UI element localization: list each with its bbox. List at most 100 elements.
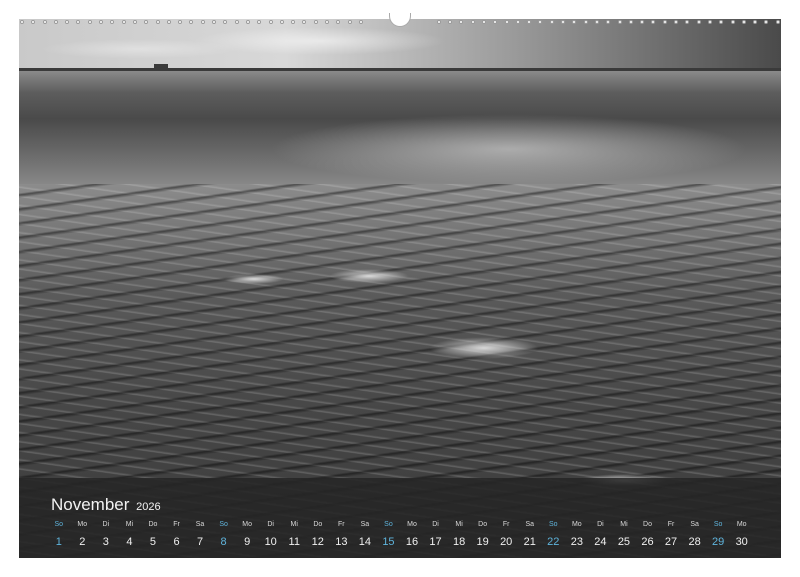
weekday-label: Di (267, 521, 274, 528)
binding-hole (707, 20, 712, 24)
binding-hole (583, 20, 588, 24)
day-number: 11 (288, 536, 300, 548)
weekday-label: Do (148, 521, 158, 528)
binding-hole (674, 20, 679, 24)
day-number: 24 (594, 536, 607, 548)
day-number: 18 (452, 536, 466, 548)
binding-hole (685, 20, 690, 24)
calendar-day: Sa 7 (188, 520, 212, 550)
binding-hole (144, 20, 149, 24)
weekday-label: Mi (620, 521, 628, 528)
calendar-day: Do 19 (471, 520, 495, 550)
day-number: 9 (244, 536, 251, 548)
binding-hole (719, 20, 724, 24)
binding-hole (87, 20, 92, 24)
binding-hole (178, 20, 183, 24)
day-number: 27 (664, 536, 678, 548)
day-number: 13 (335, 536, 348, 548)
day-number: 4 (126, 536, 133, 548)
binding-hole (775, 20, 780, 24)
calendar-day: Mo 30 (730, 520, 754, 550)
tide-pool (429, 337, 539, 359)
day-number: 2 (79, 536, 86, 548)
weekday-label: Di (102, 521, 110, 528)
weekday-label: So (549, 521, 558, 528)
binding-hole (31, 20, 36, 24)
day-number: 22 (547, 536, 560, 548)
binding-hole (436, 20, 441, 24)
day-number: 30 (735, 536, 748, 548)
day-number: 19 (476, 536, 489, 548)
day-number: 28 (688, 536, 701, 548)
binding-hole (470, 20, 475, 24)
binding-hole (279, 20, 284, 24)
day-number: 15 (382, 536, 395, 548)
day-number: 29 (712, 536, 725, 548)
binding-hole (325, 20, 330, 24)
binding-hole (245, 20, 250, 24)
binding-hole (257, 20, 262, 24)
binding-hole (741, 20, 746, 24)
binding-hole (20, 20, 24, 24)
weekday-label: So (219, 521, 228, 528)
binding-hole (291, 20, 296, 24)
tidal-flat-photo: November 2026 So 1 Mo 2 Di 3 Mi 4 Do 5 Fr 6 Sa 7 So 8 Mo… (19, 19, 781, 558)
weekday-label: Mo (571, 521, 582, 528)
binding-hole (110, 20, 115, 24)
binding-hole (155, 20, 160, 24)
binding-hole (640, 20, 645, 24)
year: 2026 (136, 501, 161, 513)
tide-pool (224, 274, 284, 284)
day-row: So 1 Mo 2 Di 3 Mi 4 Do 5 Fr 6 Sa 7 So 8 Mo 9 Di 10 Mi 11 Do 12 F… (47, 520, 754, 550)
weekday-label: Mo (407, 521, 417, 528)
weekday-label: Do (313, 521, 323, 528)
binding-hole (651, 20, 656, 24)
weekday-label: Mo (77, 521, 88, 528)
day-number: 25 (617, 536, 631, 548)
binding-hole (358, 20, 363, 24)
calendar-day: Fr 13 (330, 520, 354, 550)
calendar-day: Sa 28 (683, 520, 707, 550)
distant-ship (154, 64, 168, 68)
binding-hole (302, 20, 307, 24)
binding-hole (53, 20, 58, 24)
day-number: 14 (358, 536, 372, 548)
calendar-day: Mi 11 (283, 520, 307, 550)
weekday-label: Fr (173, 521, 180, 528)
day-number: 21 (523, 536, 536, 548)
calendar-day: Di 17 (424, 520, 448, 550)
calendar-day: Di 24 (589, 520, 613, 550)
binding-hole (504, 20, 509, 24)
binding-hole (753, 20, 758, 24)
binding-hole (662, 20, 667, 24)
calendar-day: Fr 6 (165, 520, 189, 550)
weekday-label: Fr (502, 521, 510, 528)
binding-hole (696, 20, 701, 24)
binding-hole (606, 20, 611, 24)
binding-hole (538, 20, 543, 24)
day-number: 7 (196, 536, 204, 548)
calendar-day: Fr 20 (494, 520, 518, 550)
binding-hole (200, 20, 205, 24)
binding-hole (549, 20, 554, 24)
calendar-day: Mo 16 (400, 520, 424, 550)
day-number: 23 (570, 536, 583, 548)
weekday-label: So (54, 521, 64, 528)
binding-hole (481, 20, 486, 24)
calendar-day: Mi 18 (447, 520, 471, 550)
binding-hole (336, 20, 341, 24)
binding-hole (594, 20, 599, 24)
binding-hole (189, 20, 194, 24)
day-number: 8 (220, 536, 227, 548)
calendar-day: Mi 4 (118, 520, 142, 550)
month-calendar-strip: November 2026 So 1 Mo 2 Di 3 Mi 4 Do 5 Fr 6 Sa 7 So 8 Mo… (19, 478, 781, 558)
calendar-day: Sa 21 (518, 520, 542, 550)
binding-hole (628, 20, 633, 24)
weekday-label: Sa (195, 521, 205, 528)
calendar-day: Do 26 (636, 520, 660, 550)
weekday-label: Mi (125, 521, 134, 528)
calendar-day: Mo 2 (71, 520, 95, 550)
calendar-day: Di 3 (94, 520, 118, 550)
binding-hole (617, 20, 622, 24)
weekday-label: Mi (455, 521, 463, 528)
